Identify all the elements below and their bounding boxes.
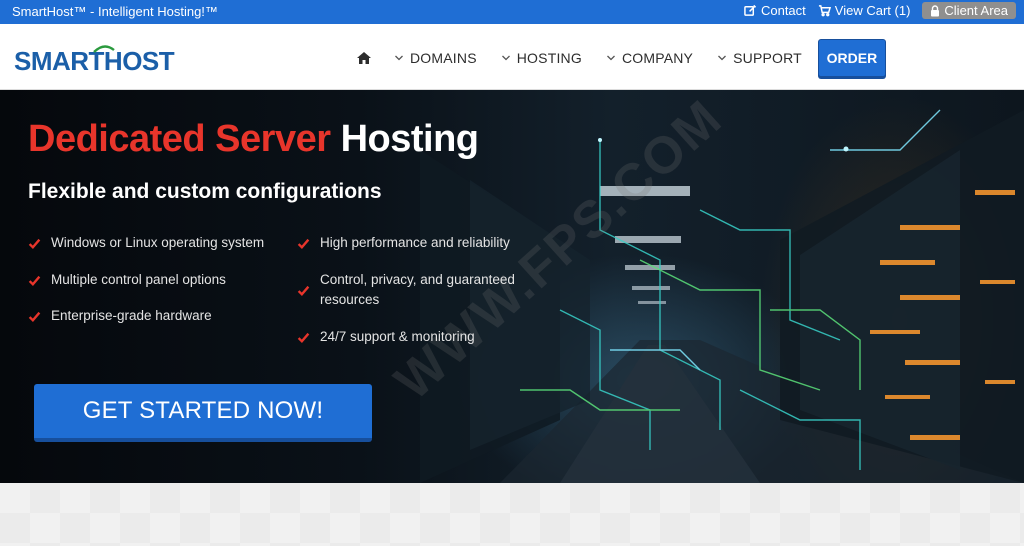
edit-icon xyxy=(744,4,757,16)
feature-text: Multiple control panel options xyxy=(51,272,226,287)
main-header: SMARTHOST DOMAINS HOSTING COMPANY SUPPOR… xyxy=(0,24,1024,90)
feature-item: Control, privacy, and guaranteed resourc… xyxy=(297,270,527,310)
feature-item: 24/7 support & monitoring xyxy=(297,327,475,347)
feature-item: Enterprise-grade hardware xyxy=(28,306,212,326)
chevron-down-icon xyxy=(395,55,403,61)
hero-title-highlight: Dedicated Server xyxy=(28,118,331,160)
feature-text: Enterprise-grade hardware xyxy=(51,308,212,323)
nav-domains[interactable]: DOMAINS xyxy=(394,50,477,66)
site-tagline: SmartHost™ - Intelligent Hosting!™ xyxy=(12,4,218,19)
checkmark-icon xyxy=(28,275,41,287)
hero-subtitle: Flexible and custom configurations xyxy=(28,180,382,203)
checkmark-icon xyxy=(297,285,310,296)
top-bar: SmartHost™ - Intelligent Hosting!™ Conta… xyxy=(0,0,1024,24)
page-background-pattern xyxy=(0,483,1024,546)
nav-hosting[interactable]: HOSTING xyxy=(501,50,582,66)
nav-company-label: COMPANY xyxy=(621,50,694,66)
feature-text: 24/7 support & monitoring xyxy=(320,329,475,344)
logo-swoosh-icon xyxy=(93,45,115,53)
feature-item: High performance and reliability xyxy=(297,233,510,253)
checkmark-icon xyxy=(28,311,41,323)
chevron-down-icon xyxy=(501,55,510,61)
contact-label: Contact xyxy=(760,3,806,18)
view-cart-link[interactable]: View Cart (1) xyxy=(818,3,911,18)
cart-icon xyxy=(818,5,831,17)
hero-banner: WWW.FPS.COM Dedicated Server Hosting Fle… xyxy=(0,90,1024,483)
client-area-button[interactable]: Client Area xyxy=(922,2,1016,19)
nav-support[interactable]: SUPPORT xyxy=(717,50,802,66)
client-area-label: Client Area xyxy=(944,3,1008,18)
feature-text: High performance and reliability xyxy=(320,235,510,250)
top-links: Contact View Cart (1) Client Area xyxy=(744,2,1016,19)
cart-label: View Cart (1) xyxy=(834,3,911,18)
nav-support-label: SUPPORT xyxy=(733,50,802,66)
feature-item: Multiple control panel options xyxy=(28,270,226,290)
feature-item: Windows or Linux operating system xyxy=(28,233,264,253)
chevron-down-icon xyxy=(606,55,615,61)
chevron-down-icon xyxy=(718,55,727,61)
checkmark-icon xyxy=(297,332,310,344)
checkmark-icon xyxy=(297,238,310,250)
feature-text: Windows or Linux operating system xyxy=(51,235,265,250)
nav-domains-label: DOMAINS xyxy=(410,50,477,66)
home-icon[interactable] xyxy=(356,50,372,66)
get-started-button[interactable]: GET STARTED NOW! xyxy=(34,384,372,442)
order-button[interactable]: ORDER xyxy=(817,39,886,77)
feature-text: Control, privacy, and guaranteed resourc… xyxy=(320,272,515,307)
contact-link[interactable]: Contact xyxy=(744,3,806,18)
main-nav: DOMAINS HOSTING COMPANY SUPPORT ORDER xyxy=(356,39,886,77)
nav-hosting-label: HOSTING xyxy=(516,50,582,66)
hero-title-rest: Hosting xyxy=(340,118,479,160)
nav-company[interactable]: COMPANY xyxy=(606,50,693,66)
hero-title: Dedicated Server Hosting xyxy=(28,118,479,161)
checkmark-icon xyxy=(28,238,41,250)
lock-icon xyxy=(931,4,940,16)
